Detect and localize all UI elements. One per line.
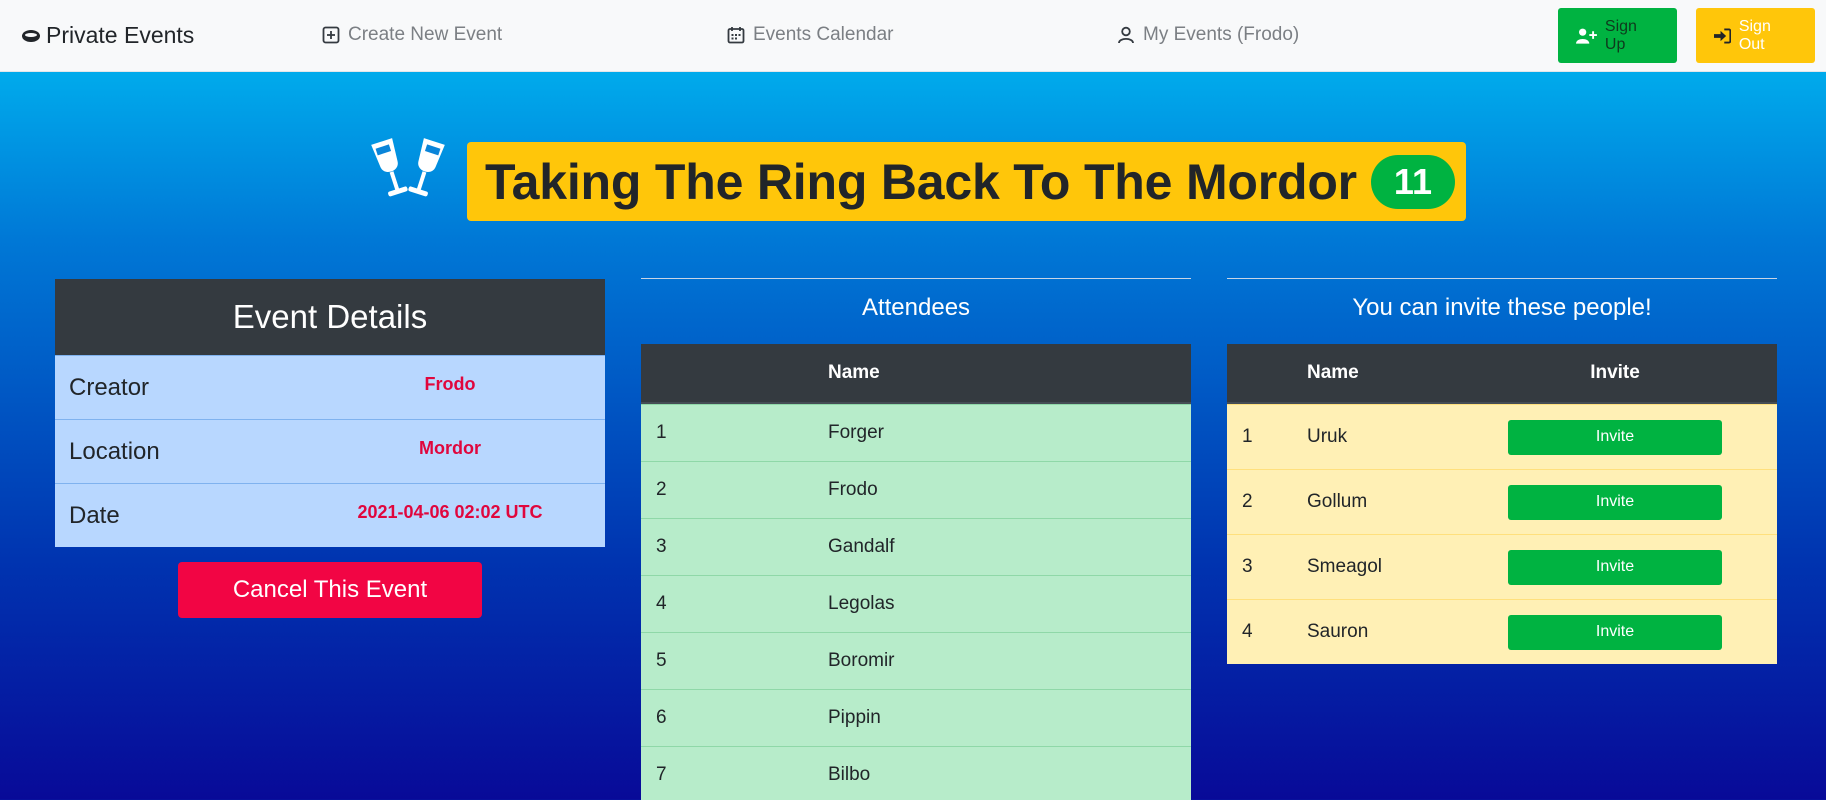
sign-up-button[interactable]: Sign Up [1558,8,1677,63]
nav-my-events[interactable]: My Events (Frodo) [1117,24,1299,46]
attendee-name: Pippin [828,707,881,728]
row-number: 1 [656,422,667,443]
attendees-table: Name 1 Forger 2 Frodo 3 Gandalf 4 Legola… [641,344,1191,800]
invitee-name: Sauron [1307,621,1369,642]
sign-up-label: Sign Up [1604,17,1637,53]
nav-events-calendar-label: Events Calendar [753,24,894,45]
row-number: 4 [1242,621,1253,642]
event-details-card: Event Details Creator Frodo Location Mor… [55,279,605,547]
sign-out-button[interactable]: Sign Out [1696,8,1815,63]
table-row: 2 Frodo [641,461,1191,518]
brand-link[interactable]: Private Events [22,22,194,49]
table-row: 4 Sauron Invite [1227,599,1777,664]
navbar: Private Events Create New Event Events C… [0,0,1826,72]
user-plus-icon [1576,28,1597,44]
row-number: 3 [1242,556,1253,577]
invite-button[interactable]: Invite [1508,614,1722,650]
attendee-name: Bilbo [828,764,871,785]
table-row: 1 Forger [641,404,1191,461]
attendees-table-header: Name [641,344,1191,404]
row-number: 7 [656,764,667,785]
table-row: 5 Boromir [641,632,1191,689]
invite-button[interactable]: Invite [1508,484,1722,520]
invitable-table: Name Invite 1 Uruk Invite 2 Gollum Invit… [1227,344,1777,664]
row-number: 4 [656,593,667,614]
details-row-date: Date 2021-04-06 02:02 UTC [55,483,605,547]
details-label: Date [69,501,120,529]
nav-create-event-label: Create New Event [348,24,503,45]
details-value: 2021-04-06 02:02 UTC [357,502,543,522]
attendee-count-badge: 11 [1370,154,1455,209]
table-row: 4 Legolas [641,575,1191,632]
nav-events-calendar[interactable]: Events Calendar [727,24,893,46]
column-header-invite: Invite [1590,362,1640,383]
table-row: 1 Uruk Invite [1227,404,1777,469]
glass-cheers-icon [371,138,445,197]
event-title: Taking The Ring Back To The Mordor [485,153,1357,210]
plus-square-icon [322,26,340,44]
details-label: Creator [69,373,150,401]
table-row: 2 Gollum Invite [1227,469,1777,534]
ring-icon [22,29,40,42]
row-number: 1 [1242,426,1253,447]
sign-out-label: Sign Out [1738,17,1771,53]
user-icon [1118,26,1134,44]
row-number: 6 [656,707,667,728]
invitee-name: Gollum [1307,491,1368,512]
invitable-table-header: Name Invite [1227,344,1777,404]
row-number: 5 [656,650,667,671]
sign-in-icon [1714,28,1731,43]
attendee-name: Forger [828,422,884,443]
event-details-heading: Event Details [55,279,605,355]
invite-button[interactable]: Invite [1508,419,1722,455]
event-title-banner: Taking The Ring Back To The Mordor 11 [467,142,1466,221]
invitee-name: Smeagol [1307,556,1382,577]
table-row: 3 Smeagol Invite [1227,534,1777,599]
row-number: 2 [656,479,667,500]
invite-button[interactable]: Invite [1508,549,1722,585]
column-header-name: Name [1307,362,1359,383]
attendee-name: Gandalf [828,536,895,557]
cancel-event-button[interactable]: Cancel This Event [178,562,482,618]
nav-create-event[interactable]: Create New Event [322,24,502,46]
nav-my-events-label: My Events (Frodo) [1143,24,1300,45]
table-row: 6 Pippin [641,689,1191,746]
attendee-name: Frodo [828,479,878,500]
details-row-creator: Creator Frodo [55,355,605,419]
column-header-name: Name [828,362,880,383]
attendee-name: Boromir [828,650,895,671]
row-number: 3 [656,536,667,557]
details-row-location: Location Mordor [55,419,605,483]
details-value: Mordor [419,438,481,458]
details-value: Frodo [424,374,476,394]
calendar-icon [727,27,745,44]
attendee-name: Legolas [828,593,895,614]
row-number: 2 [1242,491,1253,512]
table-row: 3 Gandalf [641,518,1191,575]
brand-label: Private Events [46,22,195,48]
invitee-name: Uruk [1307,426,1348,447]
table-row: 7 Bilbo [641,746,1191,800]
details-label: Location [69,437,160,465]
attendees-title: Attendees [641,278,1191,322]
invitable-title: You can invite these people! [1227,278,1777,322]
